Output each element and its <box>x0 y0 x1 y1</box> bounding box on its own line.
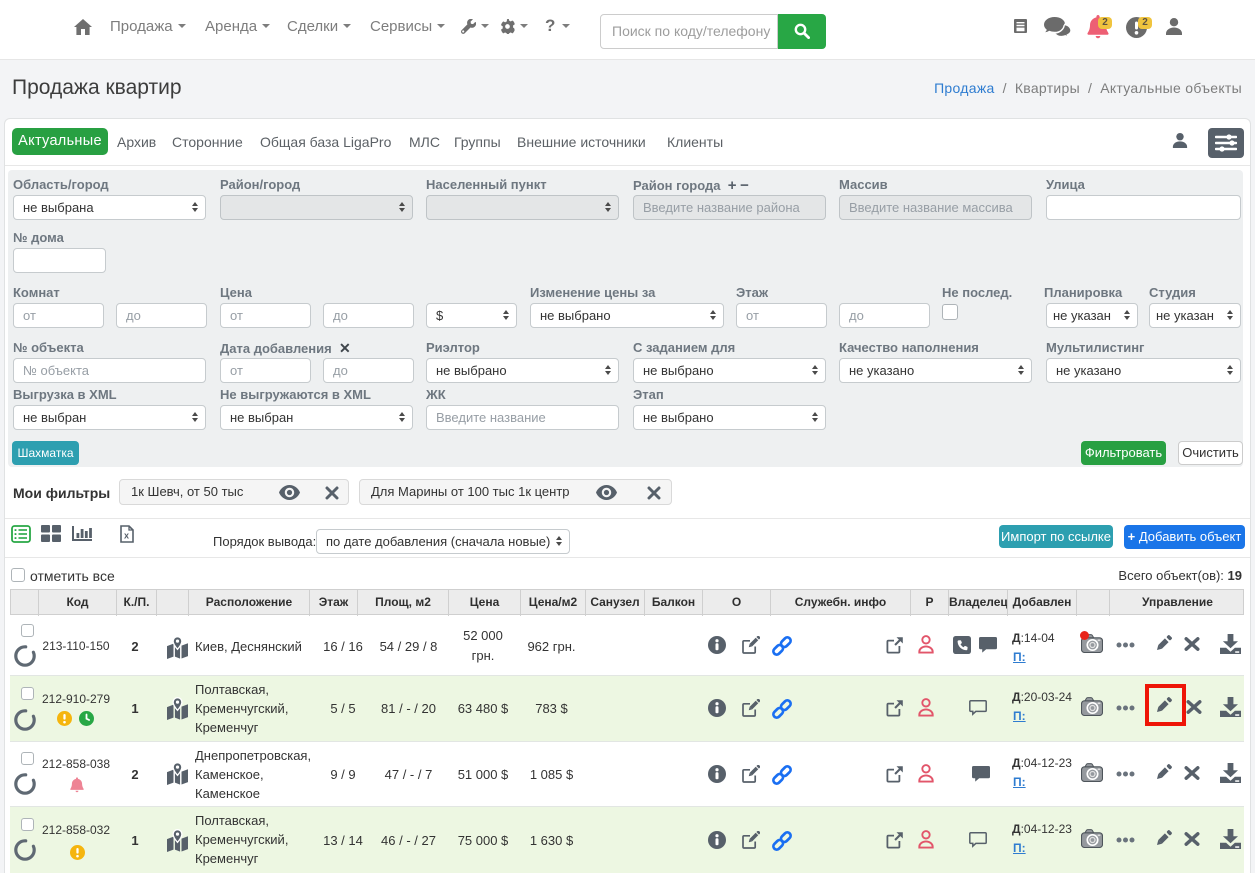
svg-text:x: x <box>124 531 129 541</box>
